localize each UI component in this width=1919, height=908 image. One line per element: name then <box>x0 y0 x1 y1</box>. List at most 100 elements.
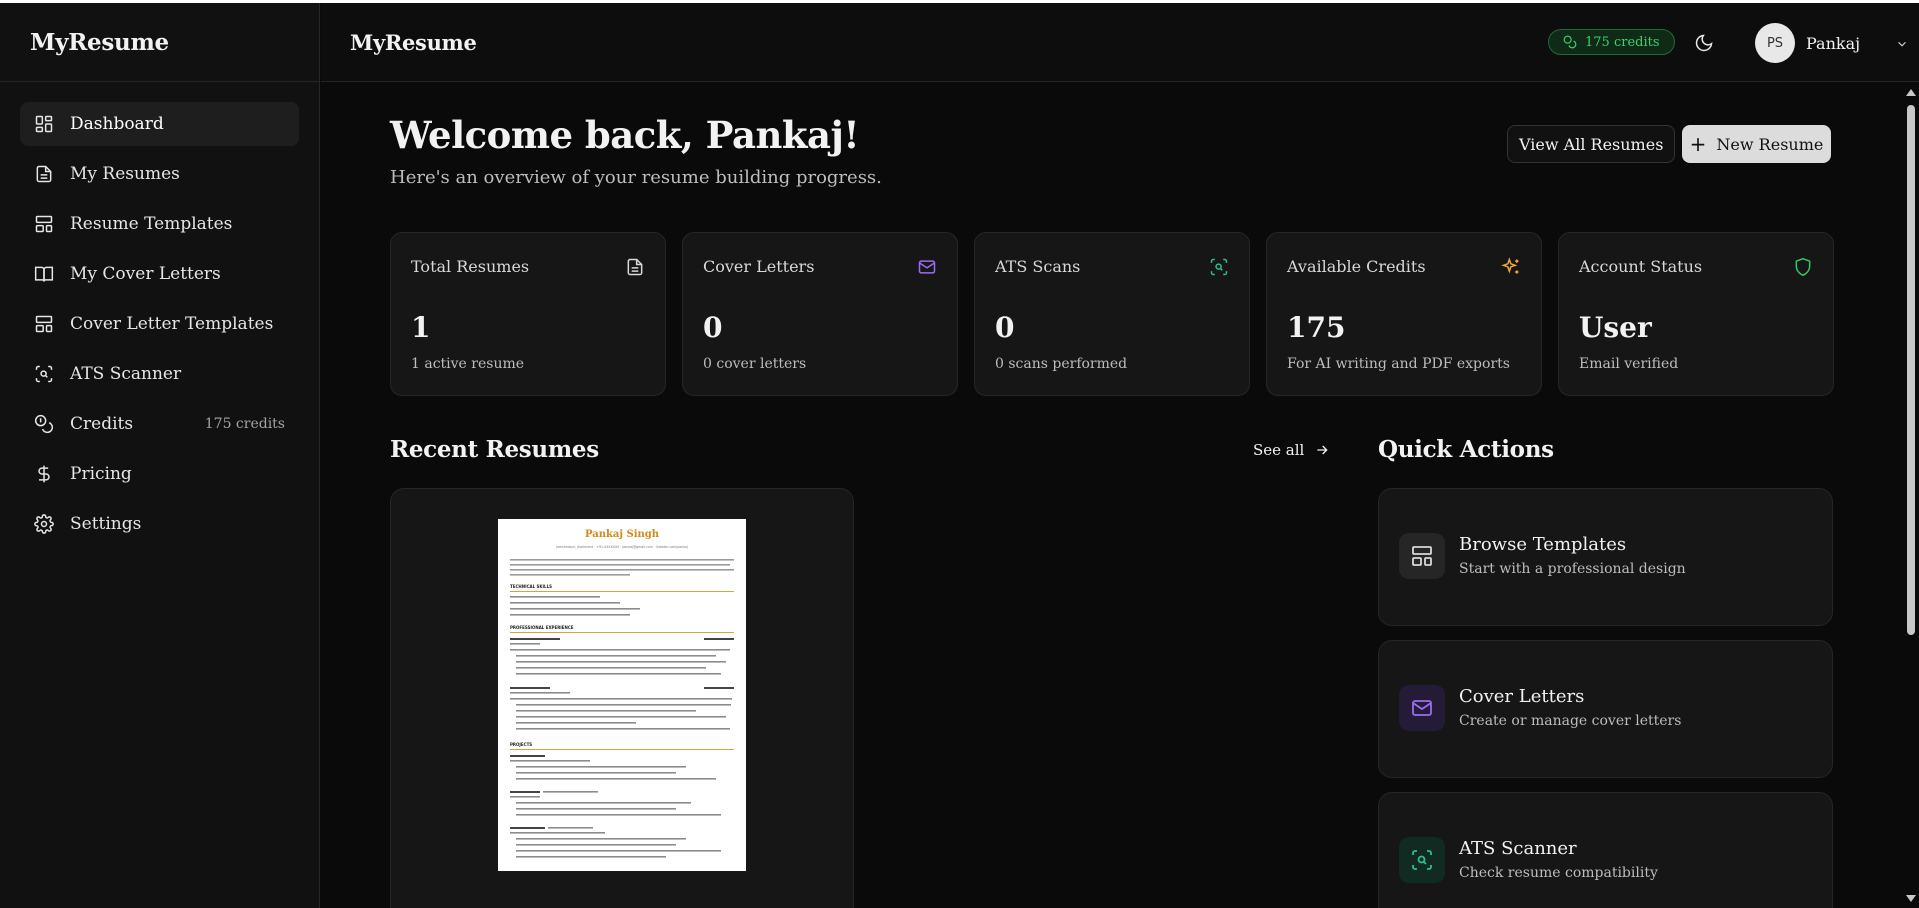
avatar[interactable]: PS <box>1755 23 1795 63</box>
new-resume-button[interactable]: + New Resume <box>1682 125 1831 163</box>
qa-sub: Create or manage cover letters <box>1459 713 1682 729</box>
book-icon <box>34 266 54 282</box>
main-content: Welcome back, Pankaj! Here's an overview… <box>321 83 1901 908</box>
scroll-up-arrow-icon[interactable] <box>1906 89 1916 96</box>
qa-sub: Start with a professional design <box>1459 561 1686 577</box>
sidebar-item-label: My Cover Letters <box>70 264 221 284</box>
qa-icon-box <box>1399 533 1445 579</box>
resume-preview-skill-lines <box>510 596 640 616</box>
sidebar-item-my-resumes[interactable]: My Resumes <box>20 152 299 196</box>
stat-sub: 1 active resume <box>411 356 525 372</box>
stat-value: User <box>1579 311 1652 344</box>
credits-pill[interactable]: 175 credits <box>1548 29 1675 55</box>
resume-preview-project-lines <box>510 755 721 858</box>
file-icon <box>627 258 643 276</box>
qa-title: ATS Scanner <box>1459 838 1577 859</box>
stat-value: 0 <box>703 311 723 344</box>
stat-label: Account Status <box>1579 257 1703 276</box>
credits-badge: 175 credits <box>204 416 285 432</box>
file-icon <box>36 165 52 183</box>
main-scrollbar[interactable] <box>1902 83 1919 908</box>
shield-icon <box>1795 257 1811 277</box>
resume-preview-rule <box>510 591 734 592</box>
qa-icon-box <box>1399 837 1445 883</box>
dollar-icon <box>38 465 50 483</box>
new-resume-label: New Resume <box>1716 134 1824 154</box>
qa-icon-box <box>1399 685 1445 731</box>
stat-value: 175 <box>1287 311 1346 344</box>
resume-preview-name: Pankaj Singh <box>585 529 660 540</box>
qa-title: Cover Letters <box>1459 686 1585 707</box>
credits-pill-label: 175 credits <box>1585 34 1660 50</box>
sidebar-item-cover-letter-templates[interactable]: Cover Letter Templates <box>20 302 299 346</box>
resume-preview-summary-lines <box>510 559 734 576</box>
stat-card-available-credits: Available Credits 175 For AI writing and… <box>1266 232 1542 396</box>
sidebar-item-my-cover-letters[interactable]: My Cover Letters <box>20 252 299 296</box>
sidebar-item-label: My Resumes <box>70 164 180 184</box>
gear-icon <box>34 514 54 534</box>
chevron-down-icon[interactable] <box>1895 37 1909 51</box>
arrow-right-icon <box>1317 445 1328 455</box>
sidebar-item-resume-templates[interactable]: Resume Templates <box>20 202 299 246</box>
resume-preview-drawing: Pankaj Singh Jamshedpur, Jharkhand · +91… <box>510 529 734 858</box>
resume-preview-section: TECHNICAL SKILLS <box>510 584 552 589</box>
sidebar-item-label: Credits <box>70 414 134 434</box>
stat-label: ATS Scans <box>995 257 1081 276</box>
sidebar-nav: Dashboard My Resumes Resume Templates My… <box>0 102 319 546</box>
stat-card-account-status: Account Status User Email verified <box>1558 232 1834 396</box>
stat-label: Available Credits <box>1287 257 1426 276</box>
resume-preview-section: PROFESSIONAL EXPERIENCE <box>510 625 574 630</box>
resume-preview-contact: Jamshedpur, Jharkhand · +91-XXXXXXX · pa… <box>555 545 688 549</box>
layout-icon <box>35 215 53 233</box>
user-name[interactable]: Pankaj <box>1806 34 1860 53</box>
scan-icon <box>1210 258 1228 276</box>
stat-card-total-resumes: Total Resumes 1 1 active resume <box>390 232 666 396</box>
see-all-label: See all <box>1253 441 1305 459</box>
scan-icon <box>35 365 53 383</box>
qa-sub: Check resume compatibility <box>1459 865 1658 881</box>
scroll-down-arrow-icon[interactable] <box>1906 895 1916 902</box>
view-all-resumes-button[interactable]: View All Resumes <box>1507 125 1676 163</box>
sidebar-item-pricing[interactable]: Pricing <box>20 452 299 496</box>
sidebar-item-label: Pricing <box>70 464 132 484</box>
resume-card[interactable]: Pankaj Singh Jamshedpur, Jharkhand · +91… <box>390 488 854 908</box>
sidebar-brand[interactable]: MyResume <box>0 3 319 82</box>
stat-sub: 0 cover letters <box>703 356 807 372</box>
resume-preview-rule <box>510 749 734 750</box>
coins-icon <box>34 414 54 434</box>
theme-toggle-moon-icon[interactable] <box>1694 33 1714 53</box>
quick-action-browse-templates[interactable]: Browse Templates Start with a profession… <box>1378 488 1833 626</box>
stat-card-ats-scans: ATS Scans 0 0 scans performed <box>974 232 1250 396</box>
quick-action-ats-scanner[interactable]: ATS Scanner Check resume compatibility <box>1378 792 1833 908</box>
header-title[interactable]: MyResume <box>350 30 477 55</box>
scroll-thumb[interactable] <box>1907 105 1915 635</box>
resume-preview-section: PROJECTS <box>510 742 532 747</box>
sidebar-item-label: ATS Scanner <box>70 364 182 384</box>
coins-icon <box>1563 35 1577 49</box>
stats-row: Total Resumes 1 1 active resume Cover Le… <box>390 232 1834 396</box>
layout-icon <box>35 315 53 333</box>
sidebar-item-dashboard[interactable]: Dashboard <box>20 102 299 146</box>
sidebar-item-ats-scanner[interactable]: ATS Scanner <box>20 352 299 396</box>
quick-action-cover-letters[interactable]: Cover Letters Create or manage cover let… <box>1378 640 1833 778</box>
stat-sub: 0 scans performed <box>995 356 1128 372</box>
stat-value: 0 <box>995 311 1015 344</box>
mail-icon <box>1412 700 1432 716</box>
recent-resumes-title: Recent Resumes <box>390 436 599 463</box>
stat-label: Cover Letters <box>703 257 815 276</box>
stat-sub: Email verified <box>1579 356 1679 372</box>
see-all-link[interactable]: See all <box>1253 441 1330 459</box>
quick-actions-title: Quick Actions <box>1378 436 1554 463</box>
page-subtitle: Here's an overview of your resume buildi… <box>390 167 882 188</box>
sidebar-item-settings[interactable]: Settings <box>20 502 299 546</box>
resume-preview-experience-lines <box>510 638 734 730</box>
plus-icon: + <box>1689 132 1707 156</box>
stat-sub: For AI writing and PDF exports <box>1287 356 1510 372</box>
resume-thumbnail[interactable]: Pankaj Singh Jamshedpur, Jharkhand · +91… <box>498 519 746 871</box>
resume-preview-rule <box>510 632 734 633</box>
sidebar-item-credits[interactable]: Credits 175 credits <box>20 402 299 446</box>
scan-icon <box>1412 850 1432 870</box>
dashboard-icon <box>35 115 53 133</box>
stat-card-cover-letters: Cover Letters 0 0 cover letters <box>682 232 958 396</box>
mail-icon <box>918 260 936 274</box>
